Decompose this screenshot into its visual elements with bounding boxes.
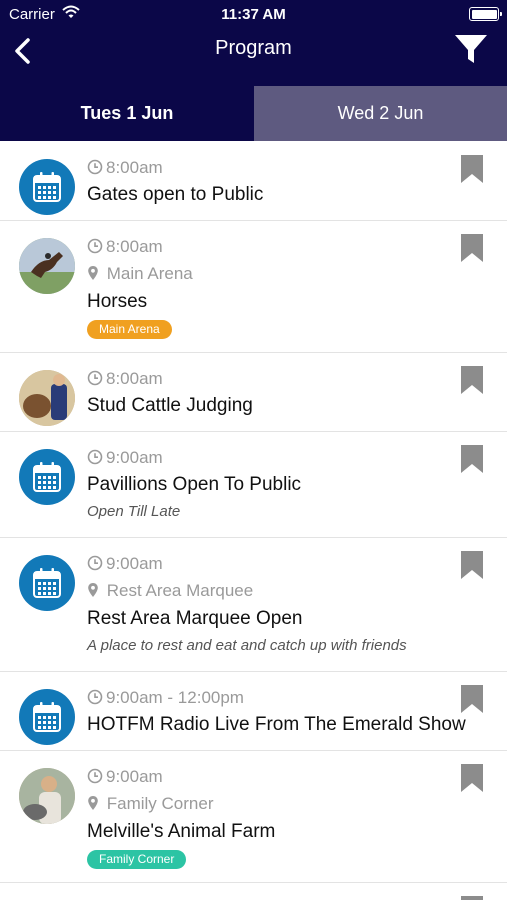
header: Carrier 11:37 AM Program Tues 1 Jun Wed … (0, 0, 507, 141)
event-location: Main Arena (87, 264, 193, 284)
event-title: Horses (87, 291, 148, 312)
clock-icon (87, 449, 103, 465)
location-tag: Main Arena (87, 320, 172, 339)
location-pin-icon (87, 795, 99, 811)
status-time: 11:37 AM (221, 6, 286, 23)
event-location: Family Corner (87, 794, 213, 814)
location-pin-icon (87, 582, 99, 598)
list-item[interactable]: 8:00am Gates open to Public (0, 141, 507, 221)
filter-icon[interactable] (453, 32, 489, 66)
calendar-icon (19, 449, 75, 505)
clock-icon (87, 159, 103, 175)
clock-icon (87, 370, 103, 386)
event-title: Gates open to Public (87, 184, 264, 205)
list-item[interactable]: 9:00am - 12:00pm HOTFM Radio Live From T… (0, 672, 507, 751)
clock-icon (87, 689, 103, 705)
event-time: 9:00am (87, 554, 163, 574)
bookmark-icon[interactable] (461, 896, 483, 900)
calendar-icon (19, 159, 75, 215)
list-item[interactable]: 9:00am Pavillions Open To Public Open Ti… (0, 432, 507, 538)
date-tabs: Tues 1 Jun Wed 2 Jun (0, 86, 507, 141)
list-item[interactable] (0, 883, 507, 900)
location-tag: Family Corner (87, 850, 187, 869)
list-item[interactable]: 9:00am Rest Area Marquee Rest Area Marqu… (0, 538, 507, 672)
event-subtitle: Open Till Late (87, 503, 181, 520)
calendar-icon (19, 689, 75, 745)
event-time: 9:00am (87, 767, 163, 787)
event-time: 8:00am (87, 158, 163, 178)
event-title: Pavillions Open To Public (87, 474, 302, 495)
list-item[interactable]: 9:00am Family Corner Melville's Animal F… (0, 751, 507, 883)
clock-icon (87, 768, 103, 784)
cattle-photo (19, 370, 75, 426)
bookmark-icon[interactable] (461, 366, 483, 394)
horse-photo (19, 238, 75, 294)
bookmark-icon[interactable] (461, 764, 483, 792)
calendar-icon (19, 555, 75, 611)
event-time: 8:00am (87, 237, 163, 257)
nav-bar: Program (0, 30, 507, 86)
animal-farm-photo (19, 768, 75, 824)
bookmark-icon[interactable] (461, 155, 483, 183)
location-pin-icon (87, 265, 99, 281)
page-title: Program (215, 37, 292, 59)
bookmark-icon[interactable] (461, 551, 483, 579)
event-title: Rest Area Marquee Open (87, 608, 303, 629)
event-time: 8:00am (87, 369, 163, 389)
event-title: HOTFM Radio Live From The Emerald Show (87, 714, 466, 735)
bookmark-icon[interactable] (461, 445, 483, 473)
bookmark-icon[interactable] (461, 234, 483, 262)
clock-icon (87, 238, 103, 254)
event-title: Stud Cattle Judging (87, 395, 253, 416)
status-bar: Carrier 11:37 AM (0, 0, 507, 30)
event-time: 9:00am - 12:00pm (87, 688, 244, 708)
event-subtitle: A place to rest and eat and catch up wit… (87, 637, 407, 654)
tab-wed-2-jun[interactable]: Wed 2 Jun (254, 86, 507, 141)
tab-tues-1-jun[interactable]: Tues 1 Jun (0, 86, 254, 141)
event-title: Melville's Animal Farm (87, 821, 276, 842)
event-time: 9:00am (87, 448, 163, 468)
battery-icon (469, 7, 502, 21)
event-location: Rest Area Marquee (87, 581, 253, 601)
clock-icon (87, 555, 103, 571)
list-item[interactable]: 8:00am Stud Cattle Judging (0, 353, 507, 432)
bookmark-icon[interactable] (461, 685, 483, 713)
list-item[interactable]: 8:00am Main Arena Horses Main Arena (0, 221, 507, 353)
